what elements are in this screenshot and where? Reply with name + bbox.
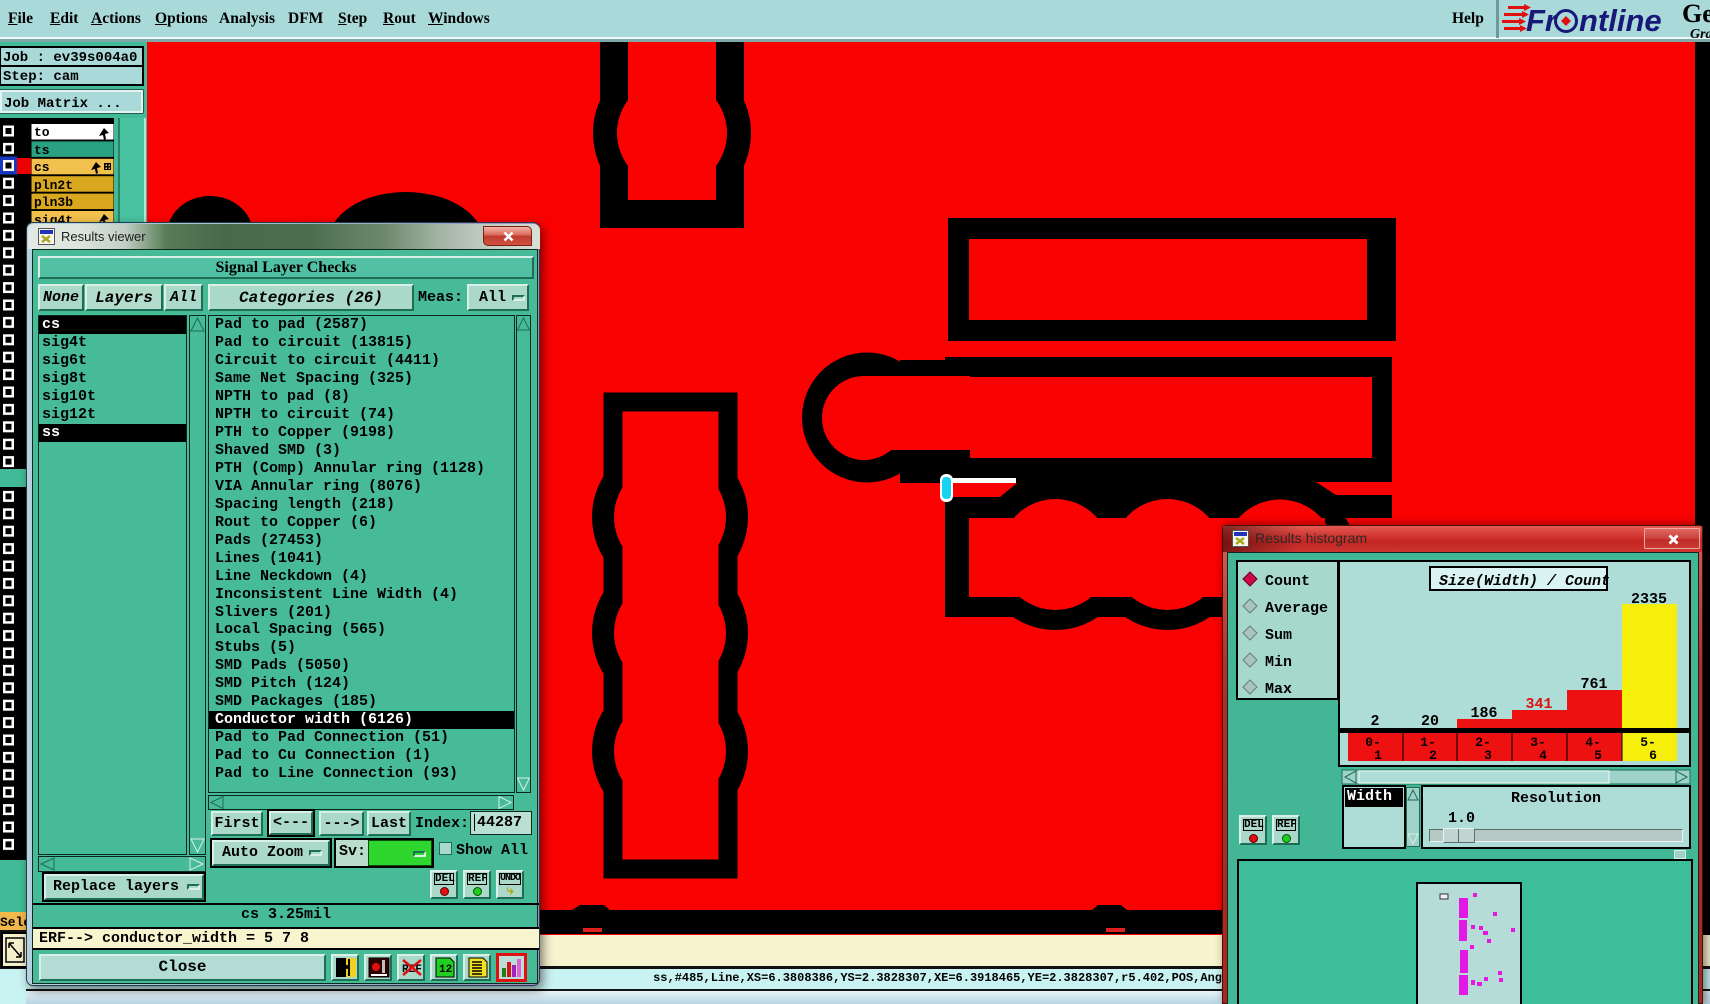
svg-text:Job : ev39s004a0: Job : ev39s004a0 xyxy=(3,50,137,66)
svg-text:5: 5 xyxy=(1594,748,1602,763)
svg-text:3: 3 xyxy=(1484,748,1492,763)
svg-text:Fr: Fr xyxy=(1526,3,1559,38)
svg-text:2: 2 xyxy=(1429,748,1437,763)
svg-text:Sum: Sum xyxy=(1265,627,1292,644)
svg-text:Size(Width) / Count: Size(Width) / Count xyxy=(1439,573,1610,590)
svg-text:Job Matrix ...: Job Matrix ... xyxy=(4,96,122,112)
svg-text:2: 2 xyxy=(1370,713,1379,730)
svg-text:Max: Max xyxy=(1265,681,1292,698)
svg-text:ntline: ntline xyxy=(1579,3,1662,38)
svg-text:to: to xyxy=(34,125,50,140)
svg-text:341: 341 xyxy=(1525,696,1552,713)
svg-text:4: 4 xyxy=(1539,748,1547,763)
svg-text:Gra: Gra xyxy=(1690,27,1710,42)
svg-text:Step: cam: Step: cam xyxy=(3,69,79,85)
svg-text:186: 186 xyxy=(1470,705,1497,722)
svg-text:ts: ts xyxy=(34,143,50,158)
svg-text:Count: Count xyxy=(1265,573,1310,590)
svg-text:Gen: Gen xyxy=(1682,0,1710,28)
svg-text:Min: Min xyxy=(1265,654,1292,671)
svg-text:2335: 2335 xyxy=(1631,591,1667,608)
svg-text:6: 6 xyxy=(1649,748,1657,763)
svg-text:761: 761 xyxy=(1580,676,1607,693)
svg-text:cs: cs xyxy=(34,160,50,175)
svg-text:pln2t: pln2t xyxy=(34,178,73,193)
svg-text:1: 1 xyxy=(1374,748,1382,763)
svg-text:20: 20 xyxy=(1421,713,1439,730)
svg-text:Average: Average xyxy=(1265,600,1328,617)
svg-text:pln3b: pln3b xyxy=(34,195,73,210)
svg-text:12: 12 xyxy=(439,964,452,976)
